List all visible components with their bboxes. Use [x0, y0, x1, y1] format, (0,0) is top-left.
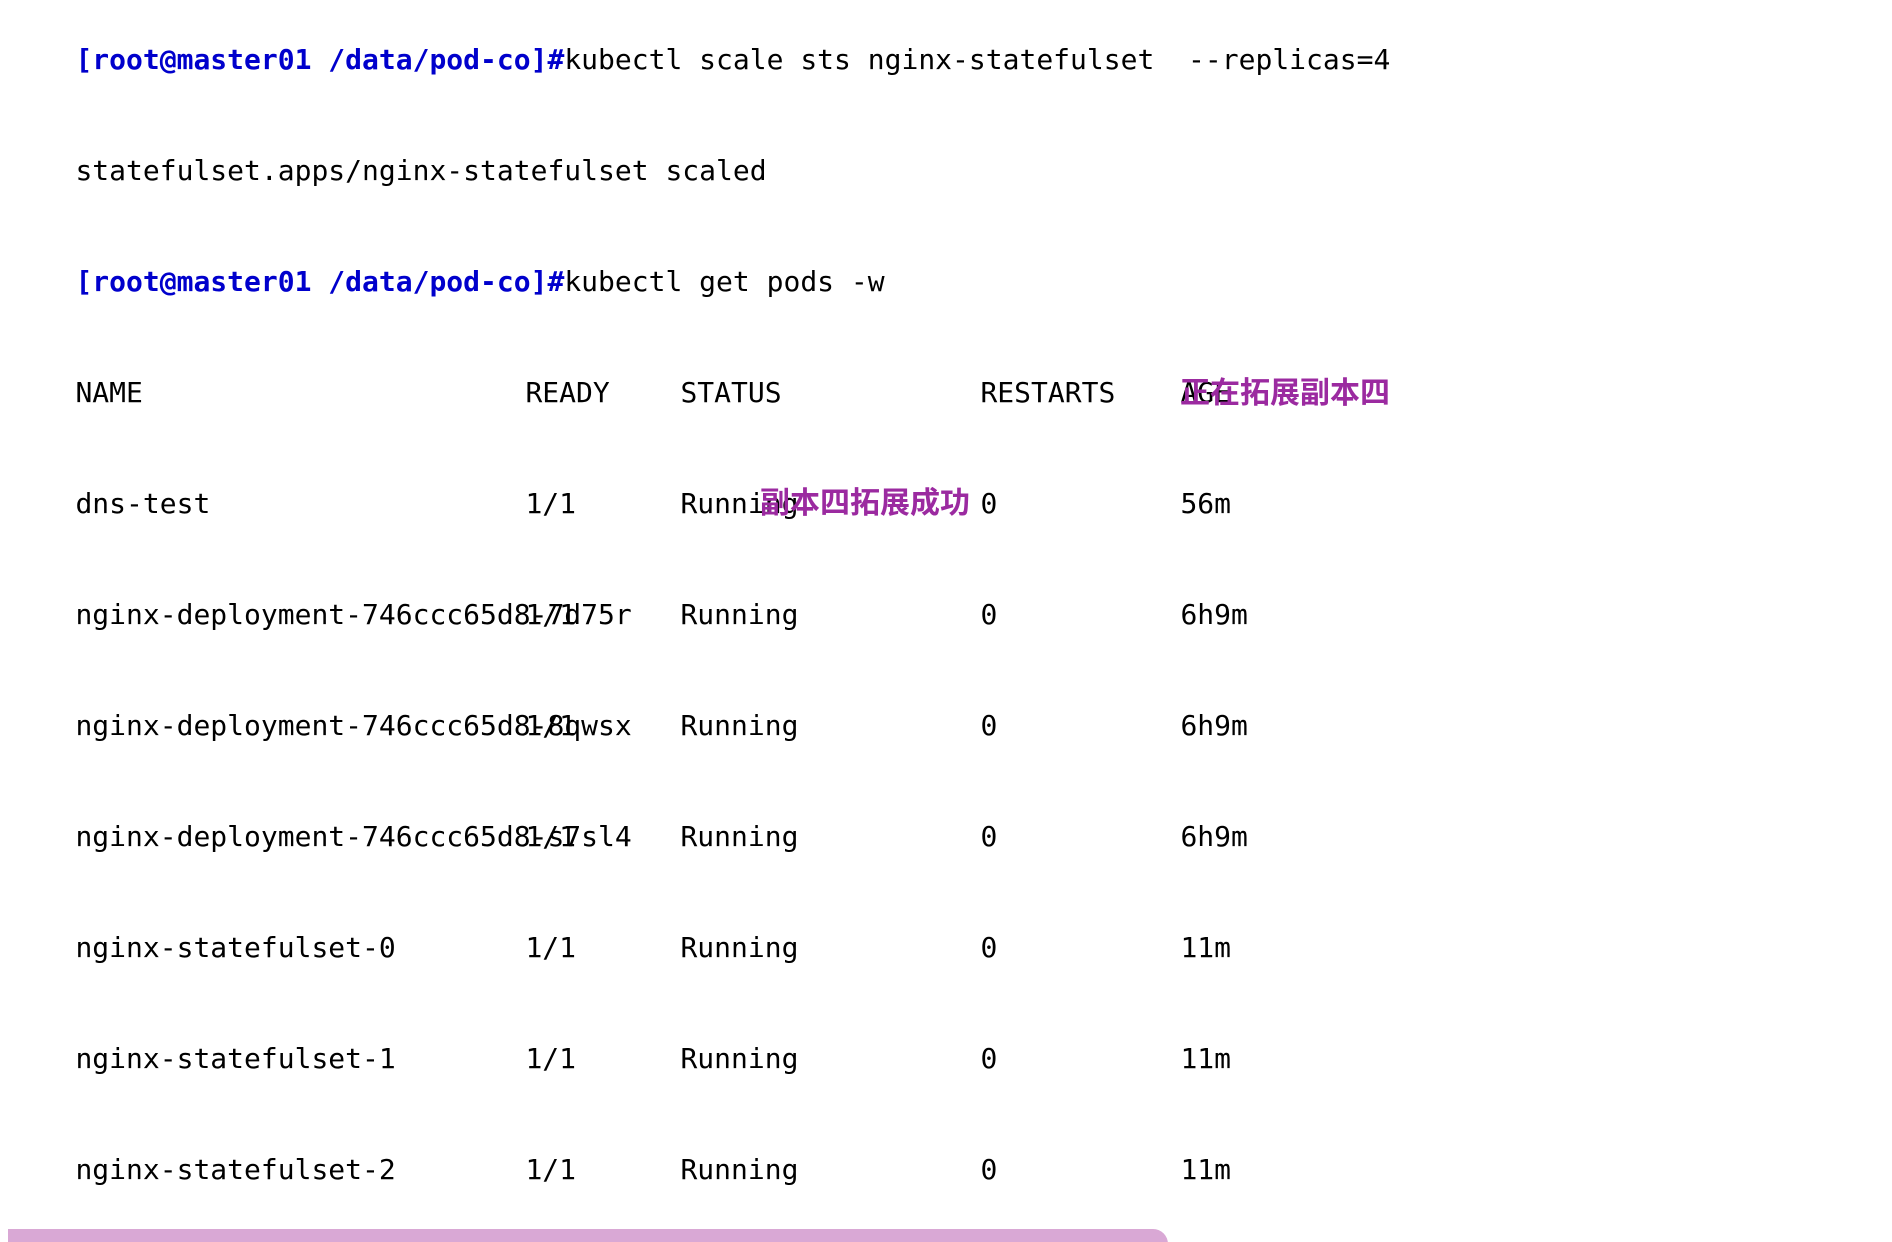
pod-ready: 1/1 [525, 707, 680, 744]
pod-name: nginx-deployment-746ccc65d8-7d75r [75, 596, 525, 633]
pod-name: dns-test [75, 485, 525, 522]
pod-ready: 1/1 [525, 596, 680, 633]
pod-ready: 1/1 [525, 929, 680, 966]
pod-restarts: 0 [980, 596, 1180, 633]
col-ready: READY [525, 374, 680, 411]
pod-age: 11m [1180, 1151, 1330, 1188]
line-command-get: [root@master01 /data/pod-co]#kubectl get… [8, 226, 1884, 337]
prompt-user: [root@master01 /data/pod-co] [75, 43, 547, 76]
command-scale: kubectl scale sts nginx-statefulset --re… [564, 43, 1390, 76]
pod-restarts: 0 [980, 929, 1180, 966]
prompt-hash: # [547, 43, 564, 76]
pod-status: Running [680, 1040, 980, 1077]
pod-restarts: 0 [980, 485, 1180, 522]
pod-name: nginx-deployment-746ccc65d8-s7sl4 [75, 818, 525, 855]
prompt-hash: # [547, 265, 564, 298]
pod-status: Running [680, 929, 980, 966]
annotation-expanding: 正在拓展副本四 [1180, 372, 1390, 409]
col-name: NAME [75, 374, 525, 411]
terminal[interactable]: [root@master01 /data/pod-co]#kubectl sca… [0, 0, 1892, 1242]
pod-name: nginx-statefulset-1 [75, 1040, 525, 1077]
pod-ready: 1/1 [525, 485, 680, 522]
pod-status: Running [680, 818, 980, 855]
pod-status: Running [680, 707, 980, 744]
pod-row: nginx-statefulset-01/1Running011m [8, 892, 1884, 1003]
col-status: STATUS [680, 374, 980, 411]
pod-name: nginx-deployment-746ccc65d8-8qwsx [75, 707, 525, 744]
prompt-user: [root@master01 /data/pod-co] [75, 265, 547, 298]
col-restarts: RESTARTS [980, 374, 1180, 411]
pod-ready: 1/1 [525, 1151, 680, 1188]
command-getpods: kubectl get pods -w [564, 265, 884, 298]
pod-age: 11m [1180, 929, 1330, 966]
line-scale-output: statefulset.apps/nginx-statefulset scale… [8, 115, 1884, 226]
pods-header: NAMEREADYSTATUSRESTARTSAGE [8, 337, 1884, 448]
pod-age: 6h9m [1180, 707, 1330, 744]
pod-row: nginx-deployment-746ccc65d8-7d75r1/1Runn… [8, 559, 1884, 670]
pod-restarts: 0 [980, 707, 1180, 744]
scale-output: statefulset.apps/nginx-statefulset scale… [75, 154, 766, 187]
pod-name: nginx-statefulset-2 [75, 1151, 525, 1188]
pod-row: nginx-statefulset-11/1Running011m [8, 1003, 1884, 1114]
pod-age: 11m [1180, 1040, 1330, 1077]
pod-name: nginx-statefulset-0 [75, 929, 525, 966]
pod-row-highlight: nginx-statefulset-30/1ContainerCreating0… [8, 1225, 1884, 1242]
pod-status: Running [680, 596, 980, 633]
pod-age: 6h9m [1180, 818, 1330, 855]
pod-age: 6h9m [1180, 596, 1330, 633]
annotation-success: 副本四拓展成功 [760, 482, 970, 519]
pod-age: 56m [1180, 485, 1330, 522]
pod-ready: 1/1 [525, 818, 680, 855]
pod-status: Running [680, 1151, 980, 1188]
pod-restarts: 0 [980, 1040, 1180, 1077]
pod-restarts: 0 [980, 818, 1180, 855]
pod-row: nginx-deployment-746ccc65d8-s7sl41/1Runn… [8, 781, 1884, 892]
line-command-scale: [root@master01 /data/pod-co]#kubectl sca… [8, 4, 1884, 115]
pod-row: nginx-statefulset-21/1Running011m [8, 1114, 1884, 1225]
pod-row: nginx-deployment-746ccc65d8-8qwsx1/1Runn… [8, 670, 1884, 781]
pod-restarts: 0 [980, 1151, 1180, 1188]
pod-ready: 1/1 [525, 1040, 680, 1077]
